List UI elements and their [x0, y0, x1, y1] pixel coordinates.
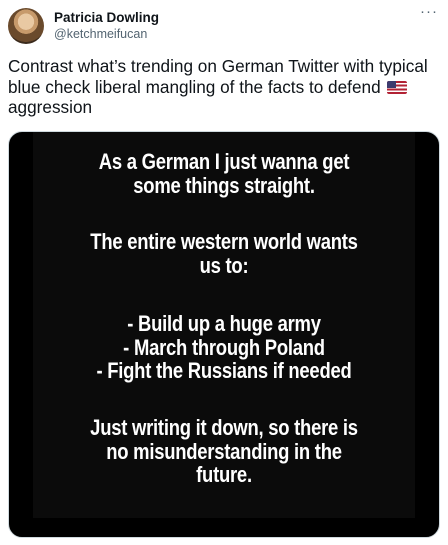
meme-line: future. [196, 462, 252, 487]
tweet-text-part2: aggression [8, 97, 93, 117]
avatar[interactable] [8, 8, 44, 44]
meme-line: us to: [199, 252, 249, 278]
tweet-text-part1: Contrast what’s trending on German Twitt… [8, 56, 428, 97]
author-handle[interactable]: @ketchmeifucan [54, 27, 147, 41]
meme-paragraph-3: - Build up a huge army - March through P… [67, 312, 380, 383]
meme-paragraph-4: Just writing it down, so there is no mis… [67, 416, 380, 487]
tweet-image[interactable]: As a German I just wanna get some things… [8, 131, 440, 538]
meme-line: The entire western world wants [90, 229, 358, 254]
meme-line: As a German I just wanna get [98, 149, 350, 174]
us-flag-icon [387, 80, 408, 94]
tweet: Patricia Dowling @ketchmeifucan ··· Cont… [0, 0, 448, 545]
meme-paragraph-2: The entire western world wants us to: [67, 230, 380, 277]
meme-line: - Fight the Russians if needed [96, 358, 352, 383]
meme-line: no misunderstanding in the [106, 438, 342, 464]
tweet-text: Contrast what’s trending on German Twitt… [8, 56, 438, 118]
meme-paragraph-1: As a German I just wanna get some things… [67, 150, 380, 197]
author-name[interactable]: Patricia Dowling [54, 10, 159, 25]
meme-line: - Build up a huge army [127, 311, 321, 336]
meme-line: Just writing it down, so there is [90, 415, 358, 440]
meme-line: some things straight. [133, 172, 315, 198]
more-options-icon[interactable]: ··· [418, 4, 440, 20]
meme-image: As a German I just wanna get some things… [33, 132, 415, 518]
meme-line: - March through Poland [123, 334, 325, 360]
